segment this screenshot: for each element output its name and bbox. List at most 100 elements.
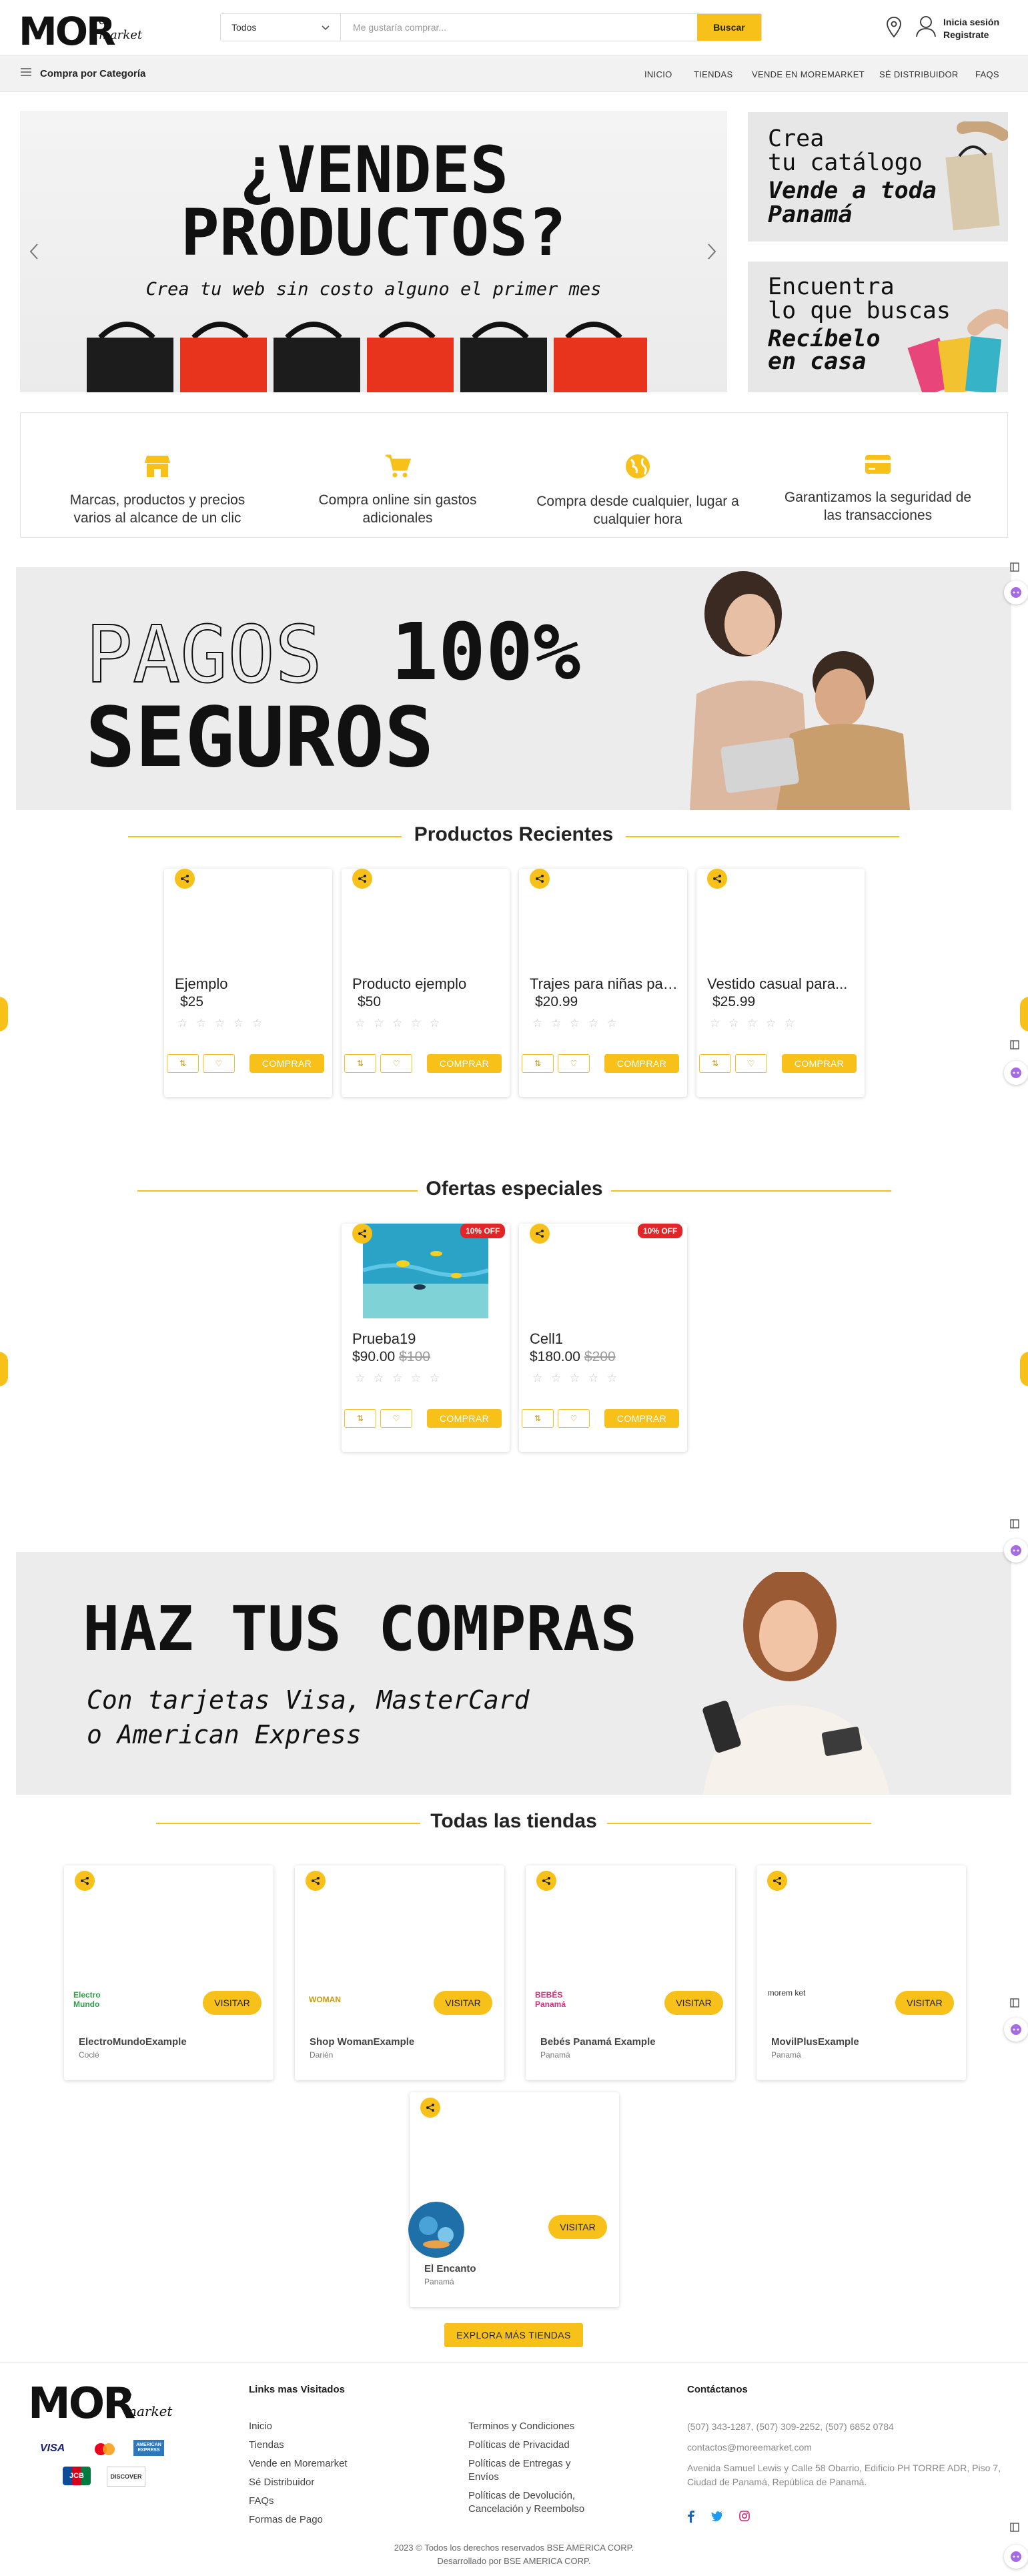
product-name[interactable]: Prueba19 bbox=[352, 1330, 500, 1348]
share-icon[interactable] bbox=[306, 1871, 326, 1891]
footer-logo[interactable]: MOR e market bbox=[28, 2383, 181, 2425]
compare-button[interactable]: ⇅ bbox=[522, 1054, 554, 1073]
product-card[interactable]: Ejemplo $25 ☆ ☆ ☆ ☆ ☆ ⇅ ♡ COMPRAR bbox=[164, 869, 332, 1097]
side-chat-icon[interactable] bbox=[1004, 1061, 1028, 1085]
side-book-icon[interactable] bbox=[1003, 1991, 1027, 2015]
buy-button[interactable]: COMPRAR bbox=[604, 1409, 679, 1428]
side-book-icon[interactable] bbox=[1003, 1512, 1027, 1536]
store-name[interactable]: Bebés Panamá Example bbox=[540, 2036, 656, 2048]
product-name[interactable]: Cell1 bbox=[530, 1330, 678, 1348]
product-name[interactable]: Trajes para niñas para... bbox=[530, 975, 678, 993]
share-icon[interactable] bbox=[530, 869, 550, 889]
footer-email[interactable]: contactos@moreemarket.com bbox=[687, 2441, 1001, 2455]
store-card[interactable]: Electro Mundo VISITAR ElectroMundoExampl… bbox=[64, 1865, 274, 2080]
buy-button[interactable]: COMPRAR bbox=[604, 1054, 679, 1073]
store-card[interactable]: VISITAR El Encanto Panamá bbox=[408, 2092, 619, 2307]
visit-button[interactable]: VISITAR bbox=[203, 1991, 262, 2015]
footer-link-terminos[interactable]: Terminos y Condiciones bbox=[468, 2420, 602, 2433]
product-name[interactable]: Producto ejemplo bbox=[352, 975, 500, 993]
offer-card[interactable]: 10% OFF Cell1 $180.00 $200 ☆ ☆ ☆ ☆ ☆ ⇅ ♡ … bbox=[519, 1224, 687, 1452]
category-menu-button[interactable]: Compra por Categoría bbox=[20, 67, 145, 80]
product-card[interactable]: Trajes para niñas para... $20.99 ☆ ☆ ☆ ☆… bbox=[519, 869, 687, 1097]
explore-stores-button[interactable]: EXPLORA MÁS TIENDAS bbox=[444, 2323, 583, 2347]
visit-button[interactable]: VISITAR bbox=[548, 2215, 607, 2239]
edge-handle-left[interactable] bbox=[0, 997, 8, 1031]
buy-button[interactable]: COMPRAR bbox=[427, 1409, 502, 1428]
footer-link-devolucion[interactable]: Políticas de Devolución, Cancelación y R… bbox=[468, 2489, 602, 2516]
nav-faqs[interactable]: FAQS bbox=[975, 69, 999, 79]
side-chat-icon[interactable] bbox=[1004, 2545, 1028, 2569]
offer-card[interactable]: 10% OFF Prueba19 $90.00 $100 ☆ ☆ ☆ ☆ ☆ ⇅ … bbox=[342, 1224, 510, 1452]
category-select[interactable]: Todos bbox=[221, 14, 341, 41]
visit-button[interactable]: VISITAR bbox=[664, 1991, 723, 2015]
carousel-prev-icon[interactable] bbox=[29, 243, 39, 264]
wishlist-button[interactable]: ♡ bbox=[558, 1054, 590, 1073]
location-icon[interactable] bbox=[886, 16, 902, 39]
footer-link-entregas[interactable]: Políticas de Entregas y Envíos bbox=[468, 2457, 602, 2484]
search-input[interactable]: Me gustaría comprar... bbox=[341, 14, 697, 41]
wishlist-button[interactable]: ♡ bbox=[380, 1409, 412, 1428]
nav-vende[interactable]: VENDE EN MOREMARKET bbox=[752, 69, 865, 79]
share-icon[interactable] bbox=[75, 1871, 95, 1891]
store-name[interactable]: ElectroMundoExample bbox=[79, 2036, 187, 2048]
register-link[interactable]: Registrate bbox=[943, 29, 999, 41]
product-card[interactable]: Vestido casual para... $25.99 ☆ ☆ ☆ ☆ ☆ … bbox=[696, 869, 865, 1097]
login-link[interactable]: Inicia sesión bbox=[943, 16, 999, 29]
account-links[interactable]: Inicia sesión Registrate bbox=[943, 16, 999, 41]
buy-button[interactable]: COMPRAR bbox=[782, 1054, 857, 1073]
share-icon[interactable] bbox=[352, 869, 372, 889]
wishlist-button[interactable]: ♡ bbox=[735, 1054, 767, 1073]
store-card[interactable]: WOMAN VISITAR Shop WomanExample Darién bbox=[295, 1865, 504, 2080]
banner-haz-tus-compras[interactable]: HAZ TUS COMPRAS Con tarjetas Visa, Maste… bbox=[16, 1552, 1011, 1795]
side-chat-icon[interactable] bbox=[1004, 1539, 1028, 1563]
visit-button[interactable]: VISITAR bbox=[895, 1991, 954, 2015]
site-logo[interactable]: MOR e market bbox=[19, 11, 152, 51]
footer-link-vende[interactable]: Vende en Moremarket bbox=[249, 2457, 348, 2471]
store-name[interactable]: Shop WomanExample bbox=[310, 2036, 414, 2048]
visit-button[interactable]: VISITAR bbox=[434, 1991, 492, 2015]
footer-link-privacidad[interactable]: Políticas de Privacidad bbox=[468, 2439, 602, 2452]
user-icon[interactable] bbox=[915, 15, 937, 37]
footer-link-formas-pago[interactable]: Formas de Pago bbox=[249, 2513, 348, 2527]
buy-button[interactable]: COMPRAR bbox=[427, 1054, 502, 1073]
compare-button[interactable]: ⇅ bbox=[167, 1054, 199, 1073]
share-icon[interactable] bbox=[420, 2098, 440, 2118]
side-book-icon[interactable] bbox=[1003, 1033, 1027, 1057]
edge-handle-right[interactable] bbox=[1020, 1352, 1028, 1386]
hero-carousel[interactable]: ¿VENDES PRODUCTOS? Crea tu web sin costo… bbox=[20, 111, 727, 392]
product-name[interactable]: Ejemplo bbox=[175, 975, 323, 993]
footer-link-faqs[interactable]: FAQs bbox=[249, 2495, 348, 2508]
compare-button[interactable]: ⇅ bbox=[344, 1409, 376, 1428]
search-button[interactable]: Buscar bbox=[697, 14, 761, 41]
wishlist-button[interactable]: ♡ bbox=[380, 1054, 412, 1073]
promo-card-catalogo[interactable]: Crea tu catálogo Vende a toda Panamá bbox=[748, 112, 1008, 242]
side-book-icon[interactable] bbox=[1003, 2515, 1027, 2539]
share-icon[interactable] bbox=[530, 1224, 550, 1244]
instagram-icon[interactable] bbox=[739, 2511, 750, 2526]
edge-handle-left[interactable] bbox=[0, 1352, 8, 1386]
store-card[interactable]: BEBÉS Panamá VISITAR Bebés Panamá Exampl… bbox=[526, 1865, 735, 2080]
compare-button[interactable]: ⇅ bbox=[344, 1054, 376, 1073]
footer-link-tiendas[interactable]: Tiendas bbox=[249, 2439, 348, 2452]
share-icon[interactable] bbox=[352, 1224, 372, 1244]
compare-button[interactable]: ⇅ bbox=[522, 1409, 554, 1428]
store-card[interactable]: morem ket VISITAR MovilPlusExample Panam… bbox=[756, 1865, 966, 2080]
promo-card-encuentra[interactable]: Encuentra lo que buscas Recíbelo en casa bbox=[748, 262, 1008, 392]
side-chat-icon[interactable] bbox=[1004, 2018, 1028, 2042]
nav-tiendas[interactable]: TIENDAS bbox=[694, 69, 732, 79]
share-icon[interactable] bbox=[767, 1871, 787, 1891]
store-name[interactable]: MovilPlusExample bbox=[771, 2036, 859, 2048]
product-name[interactable]: Vestido casual para... bbox=[707, 975, 855, 993]
side-book-icon[interactable] bbox=[1003, 555, 1027, 579]
wishlist-button[interactable]: ♡ bbox=[203, 1054, 235, 1073]
share-icon[interactable] bbox=[536, 1871, 556, 1891]
banner-pagos-seguros[interactable]: PAGOS 100% SEGUROS bbox=[16, 567, 1011, 810]
compare-button[interactable]: ⇅ bbox=[699, 1054, 731, 1073]
nav-inicio[interactable]: INICIO bbox=[644, 69, 672, 79]
wishlist-button[interactable]: ♡ bbox=[558, 1409, 590, 1428]
carousel-next-icon[interactable] bbox=[707, 243, 716, 264]
share-icon[interactable] bbox=[707, 869, 727, 889]
twitter-icon[interactable] bbox=[711, 2511, 723, 2526]
store-name[interactable]: El Encanto bbox=[424, 2263, 476, 2274]
nav-distribuidor[interactable]: SÉ DISTRIBUIDOR bbox=[879, 69, 959, 79]
